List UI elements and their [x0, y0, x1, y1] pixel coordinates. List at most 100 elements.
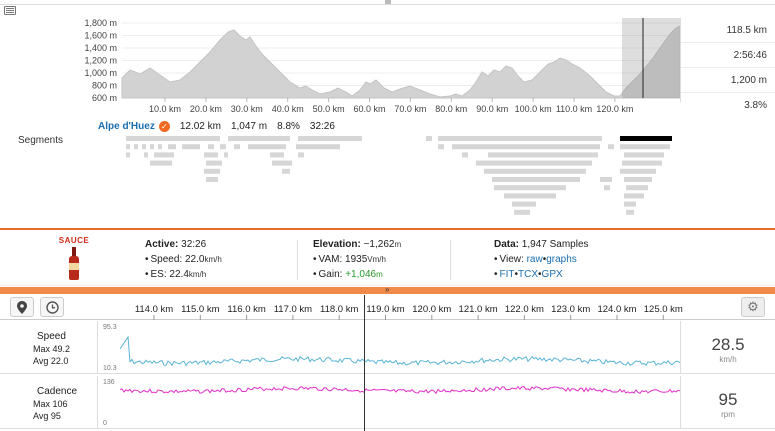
timeline-tick-label: 117.0 km — [274, 304, 312, 315]
speed-stream-chart[interactable] — [120, 321, 680, 374]
stat-distance: 118.5 km — [681, 18, 775, 43]
sauce-logo: SAUCE — [54, 236, 94, 281]
gear-icon: ⚙ — [747, 299, 759, 314]
elevation-profile[interactable]: 1,800 m 1,600 m 1,400 m 1,200 m 1,000 m 800 m… — [0, 10, 775, 122]
stream-current-cadence: 95 rpm — [680, 376, 775, 429]
timeline-tick-label: 124.0 km — [597, 304, 636, 315]
elevation-y-tick-label: 1,400 m — [84, 43, 117, 53]
segment-bar — [282, 168, 290, 174]
cadence-stream-chart[interactable] — [120, 376, 680, 429]
segment-bar — [452, 144, 600, 150]
stream-ymax: 136 — [103, 379, 115, 386]
elevation-y-tick-label: 1,800 m — [84, 18, 117, 28]
segment-bar — [512, 201, 536, 207]
elevation-x-tick-label: 90.0 km — [476, 104, 508, 114]
elevation-x-tick-label: 40.0 km — [272, 104, 304, 114]
segment-bar — [248, 144, 286, 150]
view-label: View: — [499, 254, 524, 265]
timeline-toolbar: 114.0 km 115.0 km 116.0 km 117.0 km 118.0 km… — [0, 295, 775, 320]
segment-bar — [608, 144, 614, 150]
active-value: 32:26 — [181, 239, 207, 250]
segment-bar — [622, 160, 662, 166]
expand-bar[interactable]: » — [0, 285, 775, 294]
vam-value: 1935 — [345, 254, 368, 265]
stream-label-speed: Speed Max 49.2 Avg 22.0 — [0, 321, 98, 374]
stream-current-value: 95 — [718, 390, 738, 409]
segment-bar — [626, 185, 648, 191]
timeline-axis: 114.0 km 115.0 km 116.0 km 117.0 km 118.0 km… — [135, 304, 683, 320]
segment-bar — [484, 168, 586, 174]
segment-bar — [150, 144, 154, 150]
stream-ymax: 95.3 — [103, 324, 117, 331]
export-fit-link[interactable]: FIT — [500, 269, 515, 280]
expand-chevron-icon[interactable]: » — [385, 285, 389, 294]
timeline-tick-label: 119.0 km — [366, 304, 404, 315]
segment-bar — [204, 168, 220, 174]
elevation-x-tick-label: 60.0 km — [353, 104, 385, 114]
segment-bar — [208, 144, 214, 150]
segment-bar — [168, 144, 176, 150]
elevation-x-tick-label: 120.0 km — [596, 104, 633, 114]
settings-button[interactable]: ⚙ — [741, 297, 765, 317]
elevation-area — [121, 25, 681, 99]
segment-bar — [604, 185, 610, 191]
segment-bar — [438, 136, 602, 141]
timeline-tick-label: 121.0 km — [459, 304, 498, 315]
segment-bar — [142, 144, 146, 150]
segment-bar — [206, 177, 218, 182]
segment-bar — [600, 177, 612, 182]
segment-bar — [126, 136, 220, 141]
info-divider — [450, 240, 451, 280]
stream-line — [120, 335, 680, 367]
segment-bar — [624, 193, 644, 199]
export-tcx-link[interactable]: TCX — [518, 269, 538, 280]
segment-bar — [438, 144, 444, 150]
playhead-line[interactable] — [364, 295, 365, 431]
export-gpx-link[interactable]: GPX — [542, 269, 563, 280]
elevation-value: ~1,262 — [363, 239, 395, 250]
segment-bar — [494, 185, 566, 191]
stream-line — [120, 385, 680, 395]
gain-unit: m — [376, 270, 383, 279]
elevation-x-tick-label: 70.0 km — [394, 104, 426, 114]
view-raw-link[interactable]: raw — [527, 254, 543, 265]
vam-unit: Vm/h — [367, 255, 386, 264]
stream-ymin: 10.3 — [103, 365, 117, 372]
segment-bar — [154, 152, 174, 158]
elevation-y-tick-label: 800 m — [92, 81, 117, 91]
segment-bar — [624, 177, 652, 182]
elevation-chart[interactable]: 1,800 m 1,600 m 1,400 m 1,200 m 1,000 m 800 m… — [0, 10, 775, 122]
stream-row-speed: Speed Max 49.2 Avg 22.0 95.3 10.3 28.5 k… — [0, 321, 775, 374]
stream-row-cadence: Cadence Max 106 Avg 95 136 0 95 rpm — [0, 376, 775, 429]
segment-bar — [426, 136, 432, 141]
timeline-tick-label: 125.0 km — [644, 304, 683, 315]
segment-bar — [182, 144, 200, 150]
segment-bar-selected — [620, 136, 672, 141]
stream-current-unit: km/h — [719, 355, 737, 364]
stream-name: Cadence — [37, 386, 78, 397]
segment-bar — [626, 209, 634, 215]
segment-bar — [620, 168, 656, 174]
view-graphs-link[interactable]: graphs — [546, 254, 577, 265]
top-resize-grip[interactable] — [385, 0, 391, 4]
segment-bar — [126, 144, 130, 150]
segment-bar — [220, 144, 226, 150]
selection-range — [622, 18, 680, 98]
segment-bar — [150, 160, 172, 166]
segment-bar — [476, 160, 592, 166]
stream-name: Speed — [37, 331, 66, 342]
elevation-x-tick-label: 10.0 km — [149, 104, 181, 114]
timeline-tick-label: 116.0 km — [227, 304, 265, 315]
stat-grade: 3.8% — [744, 100, 767, 111]
sauce-bottle-icon — [68, 247, 80, 281]
stream-current-value: 28.5 — [711, 335, 745, 354]
elevation-x-tick-label: 110.0 km — [556, 104, 592, 114]
segment-bar — [488, 152, 598, 158]
elevation-x-tick-label: 20.0 km — [190, 104, 222, 114]
elevation-x-tick-label: 80.0 km — [435, 104, 467, 114]
active-label: Active: — [145, 239, 179, 250]
segment-bar — [514, 209, 530, 215]
segment-bar — [272, 160, 292, 166]
segments-chart[interactable] — [0, 130, 775, 225]
gain-value: +1,046 — [345, 269, 377, 280]
